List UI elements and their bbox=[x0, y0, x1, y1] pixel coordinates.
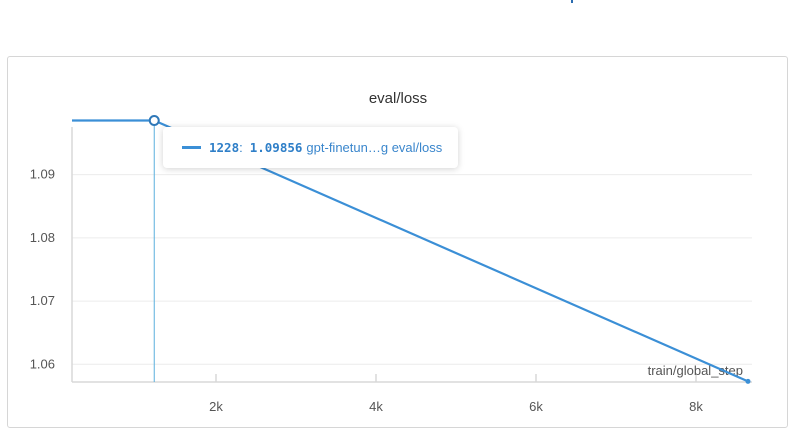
hover-point[interactable] bbox=[148, 114, 160, 126]
x-tick-label: 4k bbox=[369, 399, 383, 414]
y-tick-label: 1.06 bbox=[30, 356, 55, 371]
y-tick-label: 1.07 bbox=[30, 293, 55, 308]
chart-title: eval/loss bbox=[368, 90, 428, 107]
tooltip-series-name: gpt-finetun…g eval/loss bbox=[306, 140, 443, 155]
x-tick-label: 6k bbox=[529, 399, 543, 414]
x-tick-label: 8k bbox=[689, 399, 703, 414]
x-tick-label: 2k bbox=[209, 399, 223, 414]
tooltip-step: 1228 bbox=[209, 140, 240, 155]
line-chart[interactable]: 1.06 1.07 1.08 1.09 2k 4k 6k 8k train/global_ste… bbox=[0, 0, 796, 434]
series-end-point bbox=[745, 378, 751, 384]
y-tick-label: 1.09 bbox=[30, 167, 55, 182]
x-axis-label: train/global_step bbox=[648, 363, 743, 378]
tooltip-separator: : bbox=[239, 140, 243, 155]
hover-tooltip: 1228 : 1.09856 gpt-finetun…g eval/loss bbox=[163, 127, 459, 168]
tooltip-value: 1.09856 bbox=[249, 140, 303, 155]
series-swatch bbox=[182, 146, 201, 149]
y-tick-label: 1.08 bbox=[30, 230, 55, 245]
